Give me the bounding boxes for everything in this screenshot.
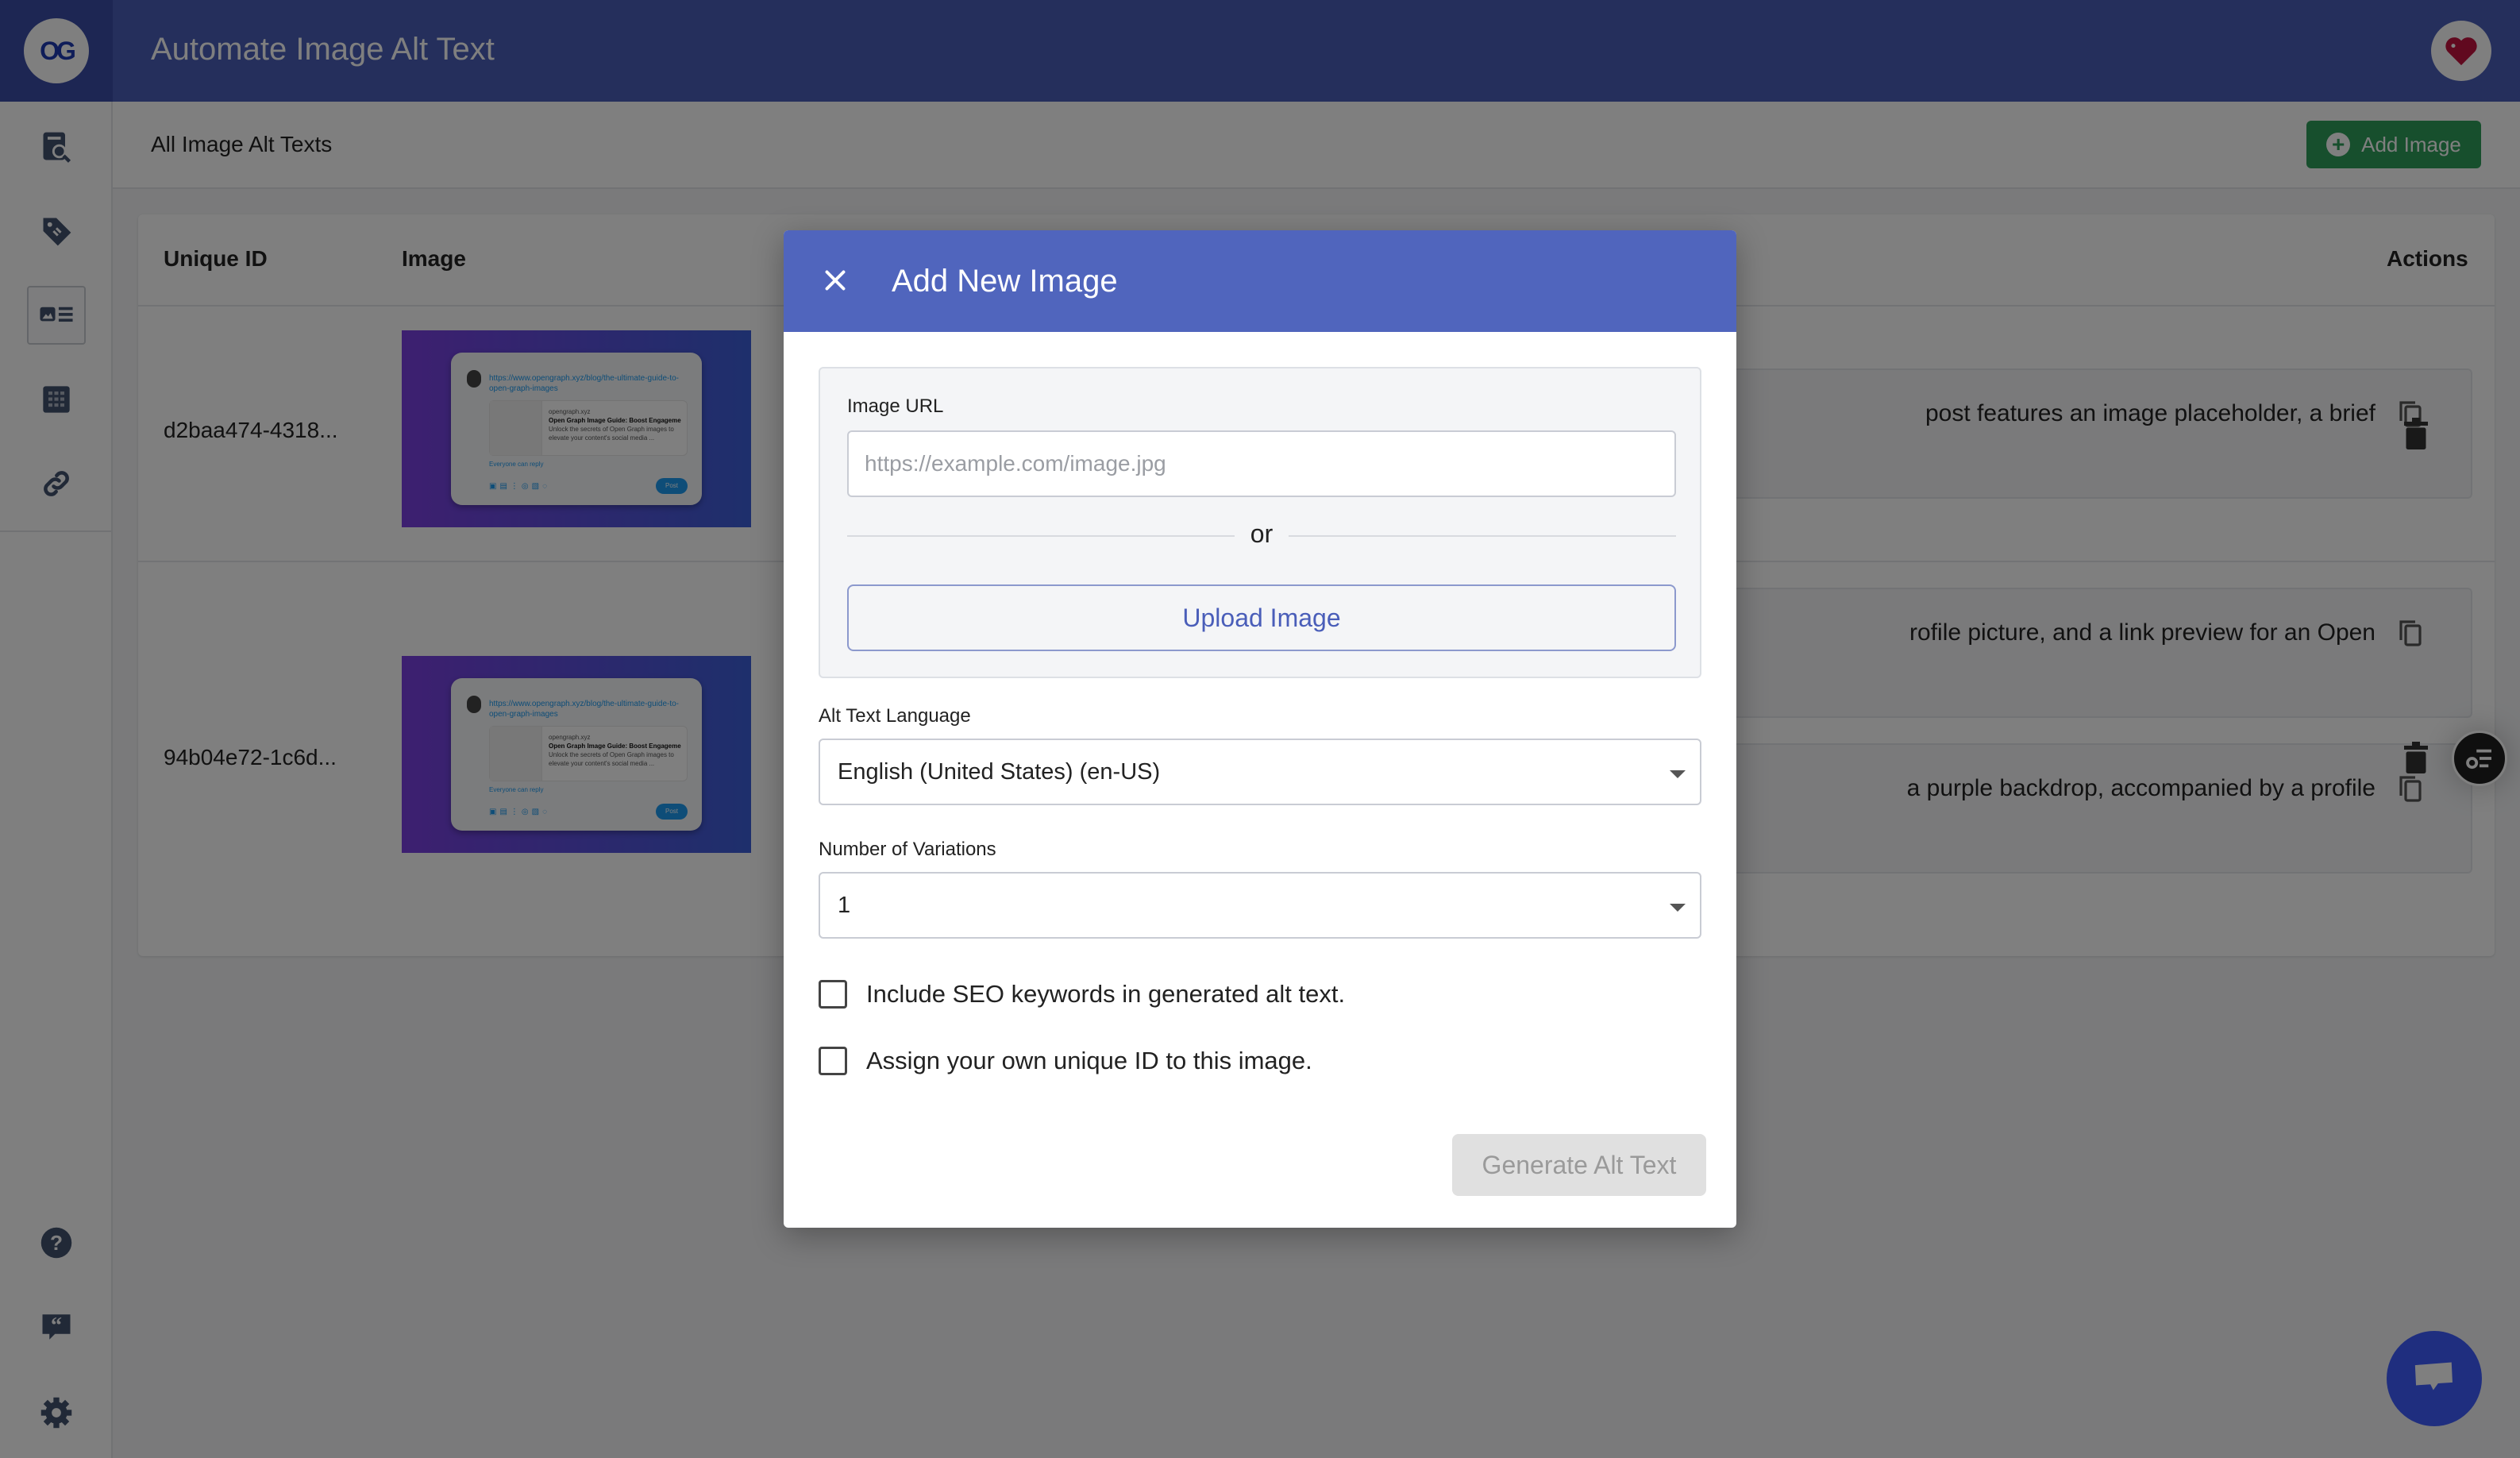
- image-url-label: Image URL: [847, 395, 944, 417]
- add-image-modal: Add New Image Image URL or Upload Image …: [784, 230, 1736, 1228]
- close-icon: [825, 270, 846, 291]
- chevron-down-icon: [1670, 904, 1686, 912]
- or-text: or: [1250, 519, 1273, 548]
- or-line-right: [1289, 535, 1676, 537]
- close-button[interactable]: [817, 262, 853, 299]
- modal-header: Add New Image: [784, 230, 1736, 332]
- custom-id-checkbox[interactable]: [819, 1047, 847, 1075]
- language-label: Alt Text Language: [819, 705, 971, 727]
- or-line-left: [847, 535, 1235, 537]
- custom-id-label: Assign your own unique ID to this image.: [866, 1047, 1312, 1074]
- or-divider: or: [847, 519, 1676, 551]
- image-source-panel: Image URL or Upload Image: [819, 367, 1701, 678]
- seo-keywords-checkbox[interactable]: [819, 980, 847, 1009]
- variations-label: Number of Variations: [819, 839, 996, 860]
- custom-id-option[interactable]: Assign your own unique ID to this image.: [819, 1047, 1312, 1075]
- variations-value: 1: [838, 892, 851, 918]
- upload-image-button[interactable]: Upload Image: [847, 584, 1676, 651]
- chevron-down-icon: [1670, 770, 1686, 778]
- language-value: English (United States) (en-US): [838, 758, 1161, 785]
- language-select[interactable]: English (United States) (en-US): [819, 739, 1701, 805]
- variations-select[interactable]: 1: [819, 872, 1701, 939]
- seo-keywords-label: Include SEO keywords in generated alt te…: [866, 980, 1346, 1008]
- image-url-input[interactable]: [847, 430, 1676, 497]
- modal-title: Add New Image: [892, 264, 1118, 299]
- generate-alt-text-button[interactable]: Generate Alt Text: [1452, 1134, 1706, 1196]
- seo-keywords-option[interactable]: Include SEO keywords in generated alt te…: [819, 980, 1345, 1009]
